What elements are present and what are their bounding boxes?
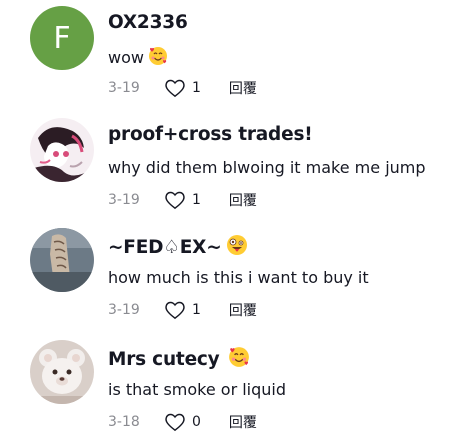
avatar-image bbox=[30, 340, 94, 404]
comment-username[interactable]: OX2336 bbox=[108, 12, 188, 33]
username-text: proof+cross trades! bbox=[108, 124, 313, 145]
comment-body: is that smoke or liquid bbox=[108, 380, 287, 399]
like-button[interactable]: 0 bbox=[164, 412, 201, 432]
comment-item: ~FED♤EX~ how much is this i want to buy … bbox=[0, 222, 462, 332]
avatar[interactable]: F bbox=[30, 6, 94, 70]
username-text: ~FED♤EX~ bbox=[108, 237, 222, 258]
smiling-face-with-hearts-icon bbox=[148, 46, 168, 70]
comment-date: 3-18 bbox=[108, 414, 140, 430]
reply-button[interactable]: 回覆 bbox=[229, 412, 257, 432]
like-count: 1 bbox=[192, 192, 201, 208]
like-count: 0 bbox=[192, 414, 201, 430]
like-count: 1 bbox=[192, 302, 201, 318]
comment-body: why did them blwoing it make me jump bbox=[108, 158, 426, 177]
comment-username[interactable]: ~FED♤EX~ bbox=[108, 234, 248, 261]
avatar[interactable] bbox=[30, 340, 94, 404]
smiling-face-with-hearts-icon bbox=[228, 346, 250, 373]
avatar-image bbox=[30, 228, 94, 292]
reply-button[interactable]: 回覆 bbox=[229, 78, 257, 98]
like-button[interactable]: 1 bbox=[164, 300, 201, 320]
comment-text: is that smoke or liquid bbox=[108, 380, 286, 399]
avatar-image bbox=[30, 118, 94, 182]
comment-meta: 3-19 1 回覆 bbox=[108, 78, 257, 98]
comment-item: proof+cross trades! why did them blwoing… bbox=[0, 112, 462, 222]
comment-text: wow bbox=[108, 46, 168, 70]
comment-meta: 3-19 1 回覆 bbox=[108, 300, 257, 320]
like-button[interactable]: 1 bbox=[164, 190, 201, 210]
comment-username[interactable]: proof+cross trades! bbox=[108, 124, 313, 145]
comment-text: why did them blwoing it make me jump bbox=[108, 158, 426, 177]
comment-item: Mrs cutecy is that smoke or liquid 3-18 … bbox=[0, 334, 462, 444]
comment-meta: 3-19 1 回覆 bbox=[108, 190, 257, 210]
avatar[interactable] bbox=[30, 228, 94, 292]
reply-button[interactable]: 回覆 bbox=[229, 190, 257, 210]
heart-icon bbox=[165, 413, 185, 432]
like-button[interactable]: 1 bbox=[164, 78, 201, 98]
like-count: 1 bbox=[192, 80, 201, 96]
heart-icon bbox=[165, 301, 185, 320]
comment-date: 3-19 bbox=[108, 80, 140, 96]
comment-date: 3-19 bbox=[108, 192, 140, 208]
heart-icon bbox=[165, 191, 185, 210]
zany-face-icon bbox=[226, 234, 248, 261]
comment-date: 3-19 bbox=[108, 302, 140, 318]
comment-item: F OX2336 wow 3-19 1 回覆 bbox=[0, 0, 462, 110]
comment-meta: 3-18 0 回覆 bbox=[108, 412, 257, 432]
username-text: Mrs cutecy bbox=[108, 349, 220, 370]
heart-icon bbox=[165, 79, 185, 98]
comment-username[interactable]: Mrs cutecy bbox=[108, 346, 250, 373]
comment-text: how much is this i want to buy it bbox=[108, 268, 369, 287]
avatar-letter: F bbox=[53, 20, 71, 56]
comment-body: how much is this i want to buy it bbox=[108, 268, 369, 287]
avatar[interactable] bbox=[30, 118, 94, 182]
reply-button[interactable]: 回覆 bbox=[229, 300, 257, 320]
username-text: OX2336 bbox=[108, 12, 188, 33]
comment-body: wow bbox=[108, 48, 144, 67]
